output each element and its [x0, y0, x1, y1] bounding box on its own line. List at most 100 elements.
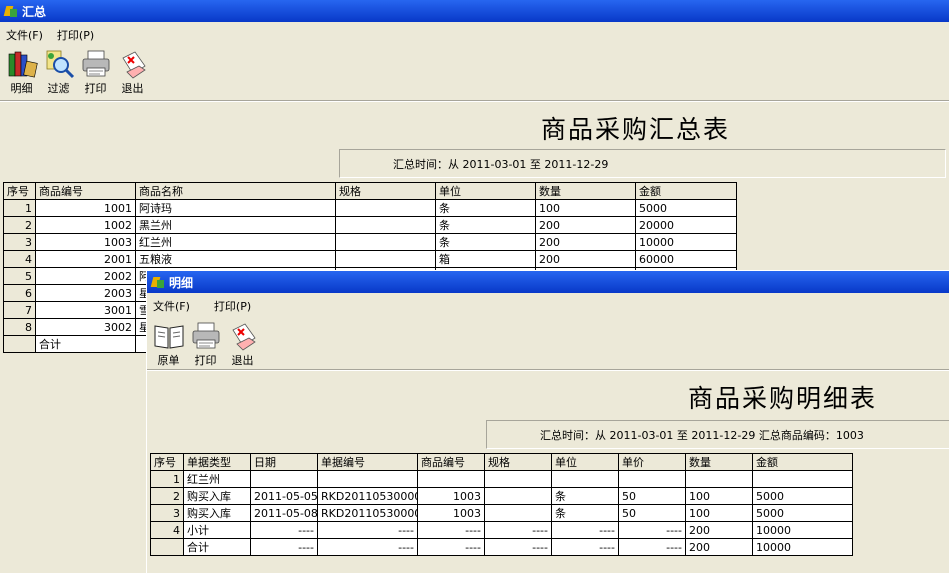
cell[interactable]: ----	[551, 538, 619, 556]
col-header[interactable]: 数量	[685, 453, 753, 471]
cell[interactable]	[417, 470, 485, 488]
cell[interactable]: ----	[417, 521, 485, 539]
cell[interactable]: ----	[250, 521, 318, 539]
cell[interactable]: 60000	[635, 250, 737, 268]
cell[interactable]	[484, 504, 552, 522]
cell[interactable]: 200	[535, 233, 636, 251]
col-header[interactable]: 单据类型	[183, 453, 251, 471]
cell[interactable]	[685, 470, 753, 488]
col-header[interactable]: 序号	[150, 453, 184, 471]
cell[interactable]: 红兰州	[183, 470, 251, 488]
cell[interactable]: 条	[435, 199, 536, 217]
cell[interactable]: 2003	[35, 284, 136, 302]
detail-table[interactable]: 序号 单据类型 日期 单据编号 商品编号 规格 单位 单价 数量 金额 1 红兰…	[150, 453, 853, 556]
col-header[interactable]: 单位	[435, 182, 536, 200]
menu-file[interactable]: 文件(F)	[6, 27, 43, 43]
detail-title-bar[interactable]: 明细	[147, 271, 949, 293]
cell[interactable]: 100	[685, 504, 753, 522]
cell[interactable]: 1003	[417, 504, 485, 522]
menu-print[interactable]: 打印(P)	[214, 298, 251, 314]
cell[interactable]: 合计	[35, 335, 136, 353]
cell[interactable]: 小计	[183, 521, 251, 539]
cell[interactable]: 3001	[35, 301, 136, 319]
cell[interactable]	[484, 487, 552, 505]
cell[interactable]	[250, 470, 318, 488]
exit-button[interactable]: 退出	[224, 320, 261, 368]
cell[interactable]: ----	[317, 538, 418, 556]
cell[interactable]: 10000	[752, 521, 853, 539]
cell[interactable]: ----	[484, 521, 552, 539]
cell[interactable]: ----	[618, 538, 686, 556]
cell[interactable]	[335, 250, 436, 268]
cell[interactable]: 1003	[35, 233, 136, 251]
cell[interactable]: 1001	[35, 199, 136, 217]
original-doc-button[interactable]: 原单	[150, 320, 187, 368]
cell[interactable]: 2011-05-08	[250, 504, 318, 522]
cell[interactable]: 2002	[35, 267, 136, 285]
col-header[interactable]: 日期	[250, 453, 318, 471]
cell[interactable]	[752, 470, 853, 488]
cell[interactable]	[618, 470, 686, 488]
cell[interactable]: 条	[435, 216, 536, 234]
detail-button[interactable]: 明细	[3, 48, 40, 96]
print-button[interactable]: 打印	[187, 320, 224, 368]
table-row[interactable]: 1 红兰州	[150, 470, 853, 488]
cell[interactable]: 2001	[35, 250, 136, 268]
col-header[interactable]: 商品编号	[417, 453, 485, 471]
cell[interactable]: ----	[484, 538, 552, 556]
cell[interactable]	[484, 470, 552, 488]
print-button[interactable]: 打印	[77, 48, 114, 96]
cell[interactable]	[335, 216, 436, 234]
col-header[interactable]: 规格	[484, 453, 552, 471]
menu-file[interactable]: 文件(F)	[153, 298, 190, 314]
table-row[interactable]: 3 购买入库 2011-05-08 RKD201105300004 1003 条…	[150, 504, 853, 522]
exit-button[interactable]: 退出	[114, 48, 151, 96]
total-row[interactable]: 合计 ---- ---- ---- ---- ---- ---- 200 100…	[150, 538, 853, 556]
table-row[interactable]: 4 2001 五粮液 箱 200 60000	[3, 250, 737, 268]
col-header[interactable]: 单位	[551, 453, 619, 471]
table-row[interactable]: 2 1002 黑兰州 条 200 20000	[3, 216, 737, 234]
cell[interactable]: 100	[685, 487, 753, 505]
cell[interactable]: ----	[551, 521, 619, 539]
col-header[interactable]: 商品编号	[35, 182, 136, 200]
cell[interactable]	[335, 199, 436, 217]
cell[interactable]: 200	[535, 216, 636, 234]
subtotal-row[interactable]: 4 小计 ---- ---- ---- ---- ---- ---- 200 1…	[150, 521, 853, 539]
cell[interactable]: ----	[618, 521, 686, 539]
col-header[interactable]: 数量	[535, 182, 636, 200]
cell[interactable]: 3002	[35, 318, 136, 336]
cell[interactable]: 200	[535, 250, 636, 268]
col-header[interactable]: 金额	[752, 453, 853, 471]
cell[interactable]: 10000	[635, 233, 737, 251]
cell[interactable]: 2011-05-05	[250, 487, 318, 505]
cell[interactable]: 阿诗玛	[135, 199, 336, 217]
cell[interactable]: 红兰州	[135, 233, 336, 251]
cell[interactable]: ----	[417, 538, 485, 556]
cell[interactable]: 20000	[635, 216, 737, 234]
cell[interactable]	[335, 233, 436, 251]
cell[interactable]: 条	[551, 504, 619, 522]
table-row[interactable]: 3 1003 红兰州 条 200 10000	[3, 233, 737, 251]
cell[interactable]: 购买入库	[183, 504, 251, 522]
col-header[interactable]: 商品名称	[135, 182, 336, 200]
cell[interactable]: 10000	[752, 538, 853, 556]
cell[interactable]: ----	[317, 521, 418, 539]
cell[interactable]	[317, 470, 418, 488]
cell[interactable]: ----	[250, 538, 318, 556]
cell[interactable]: 黑兰州	[135, 216, 336, 234]
col-header[interactable]: 序号	[3, 182, 36, 200]
menu-print[interactable]: 打印(P)	[57, 27, 94, 43]
col-header[interactable]: 规格	[335, 182, 436, 200]
cell[interactable]: 1002	[35, 216, 136, 234]
table-row[interactable]: 2 购买入库 2011-05-05 RKD201105300001 1003 条…	[150, 487, 853, 505]
cell[interactable]: 箱	[435, 250, 536, 268]
col-header[interactable]: 金额	[635, 182, 737, 200]
cell[interactable]: RKD201105300004	[317, 504, 418, 522]
col-header[interactable]: 单据编号	[317, 453, 418, 471]
cell[interactable]: 100	[535, 199, 636, 217]
filter-button[interactable]: 过滤	[40, 48, 77, 96]
cell[interactable]: 5000	[752, 504, 853, 522]
cell[interactable]: 5000	[635, 199, 737, 217]
cell[interactable]: 条	[551, 487, 619, 505]
cell[interactable]: 50	[618, 487, 686, 505]
